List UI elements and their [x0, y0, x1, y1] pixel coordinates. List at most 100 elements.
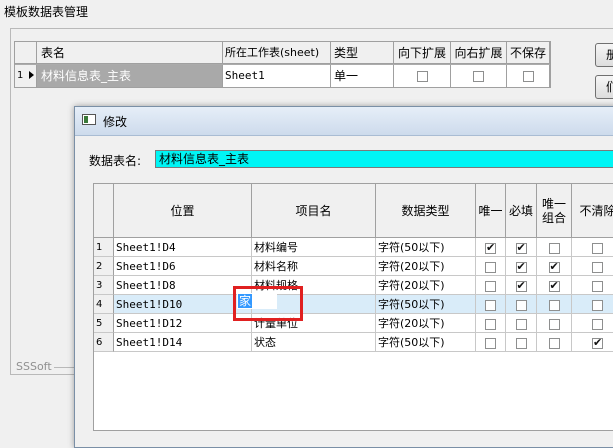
- divider: [50, 367, 76, 368]
- no-clear-checkbox[interactable]: [592, 336, 603, 350]
- cell-unique-combo[interactable]: [537, 257, 572, 276]
- required-checkbox[interactable]: [515, 260, 527, 274]
- header-unique[interactable]: 唯一: [476, 184, 506, 238]
- header-expand-right[interactable]: 向右扩展: [451, 42, 507, 64]
- cell-unique-combo[interactable]: [537, 295, 572, 314]
- no-clear-checkbox[interactable]: [592, 318, 603, 330]
- cell-table-name[interactable]: 材料信息表_主表: [37, 65, 223, 87]
- header-data-type[interactable]: 数据类型: [376, 184, 476, 238]
- unique-combo-checkbox[interactable]: [548, 279, 560, 293]
- cell-no-clear[interactable]: [572, 295, 613, 314]
- unique-combo-checkbox[interactable]: [548, 318, 560, 330]
- cell-unique-combo[interactable]: [537, 333, 572, 352]
- cell-expand-down[interactable]: [394, 65, 451, 87]
- cell-unique[interactable]: [476, 333, 506, 352]
- cell-unique-combo[interactable]: [537, 314, 572, 333]
- cell-no-clear[interactable]: [572, 257, 613, 276]
- header-table-name[interactable]: 表名: [37, 42, 223, 64]
- cell-data-type[interactable]: 字符(50以下): [376, 333, 476, 352]
- cell-data-type[interactable]: 字符(20以下): [376, 257, 476, 276]
- cell-required[interactable]: [506, 295, 537, 314]
- highlight-box: [233, 286, 303, 321]
- cell-required[interactable]: [506, 276, 537, 295]
- cell-required[interactable]: [506, 257, 537, 276]
- expand-down-checkbox[interactable]: [416, 71, 428, 82]
- unique-combo-checkbox[interactable]: [548, 242, 560, 254]
- cell-item-name[interactable]: 状态: [252, 333, 376, 352]
- cell-unique[interactable]: [476, 257, 506, 276]
- no-clear-checkbox[interactable]: [592, 261, 603, 273]
- cell-unique[interactable]: [476, 276, 506, 295]
- cell-no-clear[interactable]: [572, 333, 613, 352]
- unique-checkbox[interactable]: [485, 337, 496, 349]
- unique-checkbox[interactable]: [485, 280, 496, 292]
- required-checkbox[interactable]: [515, 279, 527, 293]
- unique-combo-checkbox[interactable]: [548, 337, 560, 349]
- cell-sheet[interactable]: Sheet1: [223, 65, 331, 87]
- row-header[interactable]: 2: [94, 257, 114, 276]
- expand-right-checkbox[interactable]: [473, 71, 484, 82]
- header-no-save[interactable]: 不保存: [507, 42, 550, 64]
- cell-data-type[interactable]: 字符(20以下): [376, 276, 476, 295]
- required-checkbox[interactable]: [515, 299, 527, 311]
- no-clear-checkbox[interactable]: [592, 280, 603, 292]
- cell-data-type[interactable]: 字符(50以下): [376, 238, 476, 257]
- cell-item-name[interactable]: 材料编号: [252, 238, 376, 257]
- cell-position[interactable]: Sheet1!D14: [114, 333, 252, 352]
- header-type[interactable]: 类型: [331, 42, 394, 64]
- row-header[interactable]: 1: [94, 238, 114, 257]
- cell-required[interactable]: [506, 238, 537, 257]
- header-required[interactable]: 必填: [506, 184, 537, 238]
- cell-unique-combo[interactable]: [537, 276, 572, 295]
- unique-checkbox[interactable]: [485, 241, 496, 255]
- header-no-clear[interactable]: 不清除: [572, 184, 613, 238]
- header-expand-down[interactable]: 向下扩展: [394, 42, 451, 64]
- cell-required[interactable]: [506, 314, 537, 333]
- cell-no-clear[interactable]: [572, 276, 613, 295]
- cell-unique-combo[interactable]: [537, 238, 572, 257]
- unique-checkbox[interactable]: [485, 261, 496, 273]
- cell-required[interactable]: [506, 333, 537, 352]
- cell-no-clear[interactable]: [572, 314, 613, 333]
- cell-unique[interactable]: [476, 295, 506, 314]
- dialog-titlebar[interactable]: [75, 107, 613, 136]
- cell-no-clear[interactable]: [572, 238, 613, 257]
- cell-position[interactable]: Sheet1!D10: [114, 295, 252, 314]
- table-name-input[interactable]: 材料信息表_主表: [155, 150, 613, 168]
- row-header[interactable]: 4: [94, 295, 114, 314]
- window-title: 模板数据表管理: [4, 5, 89, 19]
- unique-checkbox[interactable]: [485, 299, 496, 311]
- unique-checkbox[interactable]: [485, 318, 496, 330]
- cell-expand-right[interactable]: [451, 65, 507, 87]
- cell-no-save[interactable]: [507, 65, 550, 87]
- cell-item-name[interactable]: 材料名称: [252, 257, 376, 276]
- cell-type[interactable]: 单一: [331, 65, 394, 87]
- cell-position[interactable]: Sheet1!D8: [114, 276, 252, 295]
- cell-data-type[interactable]: 字符(50以下): [376, 295, 476, 314]
- row-pointer-icon: [28, 71, 34, 79]
- header-sheet[interactable]: 所在工作表(sheet): [223, 42, 331, 64]
- row-header[interactable]: 3: [94, 276, 114, 295]
- side-button-1[interactable]: 册: [595, 43, 613, 67]
- cell-data-type[interactable]: 字符(20以下): [376, 314, 476, 333]
- required-checkbox[interactable]: [515, 241, 527, 255]
- side-button-2[interactable]: 们: [595, 75, 613, 99]
- no-clear-checkbox[interactable]: [592, 242, 603, 254]
- required-checkbox[interactable]: [515, 337, 527, 349]
- cell-position[interactable]: Sheet1!D4: [114, 238, 252, 257]
- required-checkbox[interactable]: [515, 318, 527, 330]
- cell-position[interactable]: Sheet1!D12: [114, 314, 252, 333]
- unique-combo-checkbox[interactable]: [548, 299, 560, 311]
- cell-unique[interactable]: [476, 314, 506, 333]
- cell-position[interactable]: Sheet1!D6: [114, 257, 252, 276]
- cell-unique[interactable]: [476, 238, 506, 257]
- row-header[interactable]: 1: [15, 65, 37, 87]
- row-header[interactable]: 5: [94, 314, 114, 333]
- no-save-checkbox[interactable]: [522, 71, 534, 82]
- unique-combo-checkbox[interactable]: [548, 260, 560, 274]
- header-item-name[interactable]: 项目名: [252, 184, 376, 238]
- header-unique-combo[interactable]: 唯一 组合: [537, 184, 572, 238]
- row-header[interactable]: 6: [94, 333, 114, 352]
- header-position[interactable]: 位置: [114, 184, 252, 238]
- no-clear-checkbox[interactable]: [592, 299, 603, 311]
